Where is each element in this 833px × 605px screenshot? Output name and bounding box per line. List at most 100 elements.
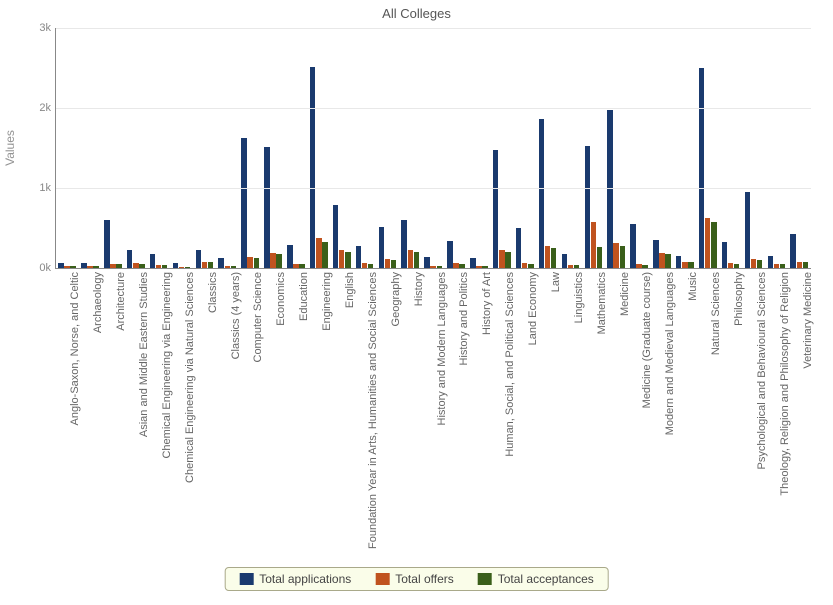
bar[interactable] <box>562 254 567 268</box>
bar[interactable] <box>70 266 75 268</box>
bar[interactable] <box>597 247 602 268</box>
bar[interactable] <box>665 254 670 268</box>
bar[interactable] <box>379 227 384 268</box>
bar[interactable] <box>339 250 344 268</box>
bar[interactable] <box>173 263 178 268</box>
bar[interactable] <box>630 224 635 268</box>
bar[interactable] <box>682 262 687 268</box>
bar[interactable] <box>620 246 625 268</box>
bar[interactable] <box>459 264 464 268</box>
bar[interactable] <box>676 256 681 268</box>
bar[interactable] <box>653 240 658 268</box>
bar[interactable] <box>636 264 641 268</box>
bar[interactable] <box>202 262 207 268</box>
bar[interactable] <box>734 264 739 268</box>
bar[interactable] <box>797 262 802 268</box>
bar[interactable] <box>790 234 795 268</box>
bar[interactable] <box>316 238 321 268</box>
bar[interactable] <box>270 253 275 268</box>
bar[interactable] <box>705 218 710 268</box>
bar[interactable] <box>453 263 458 268</box>
bar[interactable] <box>110 264 115 268</box>
bar[interactable] <box>585 146 590 268</box>
bar[interactable] <box>299 264 304 268</box>
bar[interactable] <box>699 68 704 268</box>
bar[interactable] <box>613 243 618 268</box>
bar[interactable] <box>803 262 808 268</box>
legend-item-offers[interactable]: Total offers <box>375 572 453 586</box>
bar[interactable] <box>574 265 579 268</box>
bar[interactable] <box>345 252 350 268</box>
bar[interactable] <box>116 264 121 268</box>
bar[interactable] <box>493 150 498 268</box>
bar[interactable] <box>424 257 429 268</box>
bar[interactable] <box>322 242 327 268</box>
bar[interactable] <box>401 220 406 268</box>
bar[interactable] <box>310 67 315 268</box>
bar[interactable] <box>254 258 259 268</box>
bar[interactable] <box>225 266 230 268</box>
bar[interactable] <box>185 267 190 268</box>
bar[interactable] <box>482 266 487 268</box>
bar[interactable] <box>437 266 442 268</box>
bar[interactable] <box>728 263 733 268</box>
legend-item-acceptances[interactable]: Total acceptances <box>478 572 594 586</box>
bar[interactable] <box>391 260 396 268</box>
bar[interactable] <box>476 266 481 268</box>
bar[interactable] <box>196 250 201 268</box>
bar[interactable] <box>231 266 236 268</box>
bar[interactable] <box>58 263 63 268</box>
bar[interactable] <box>522 263 527 268</box>
bar[interactable] <box>757 260 762 268</box>
bar[interactable] <box>104 220 109 268</box>
bar[interactable] <box>539 119 544 268</box>
bar[interactable] <box>711 222 716 268</box>
bar[interactable] <box>247 257 252 268</box>
bar[interactable] <box>551 248 556 268</box>
bar[interactable] <box>499 250 504 268</box>
bar[interactable] <box>780 264 785 268</box>
bar[interactable] <box>93 266 98 268</box>
bar[interactable] <box>385 259 390 268</box>
bar[interactable] <box>156 265 161 268</box>
bar[interactable] <box>545 246 550 268</box>
bar[interactable] <box>591 222 596 268</box>
bar[interactable] <box>470 258 475 268</box>
bar[interactable] <box>774 264 779 268</box>
bar[interactable] <box>751 259 756 268</box>
bar[interactable] <box>333 205 338 268</box>
bar[interactable] <box>264 147 269 268</box>
bar[interactable] <box>722 242 727 268</box>
bar[interactable] <box>568 265 573 268</box>
bar[interactable] <box>528 264 533 268</box>
bar[interactable] <box>368 264 373 268</box>
bar[interactable] <box>150 254 155 268</box>
bar[interactable] <box>408 250 413 268</box>
bar[interactable] <box>745 192 750 268</box>
bar[interactable] <box>133 263 138 268</box>
bar[interactable] <box>276 254 281 268</box>
bar[interactable] <box>362 263 367 268</box>
bar[interactable] <box>688 262 693 268</box>
bar[interactable] <box>208 262 213 268</box>
bar[interactable] <box>162 265 167 268</box>
bar[interactable] <box>447 241 452 268</box>
bar[interactable] <box>127 250 132 268</box>
bar[interactable] <box>218 258 223 268</box>
bar[interactable] <box>139 264 144 268</box>
bar[interactable] <box>356 246 361 268</box>
legend-item-applications[interactable]: Total applications <box>239 572 351 586</box>
bar[interactable] <box>768 256 773 268</box>
bar[interactable] <box>241 138 246 268</box>
bar[interactable] <box>414 252 419 268</box>
bar[interactable] <box>87 266 92 268</box>
bar[interactable] <box>642 265 647 268</box>
bar[interactable] <box>430 266 435 268</box>
bar[interactable] <box>516 228 521 268</box>
bar[interactable] <box>81 263 86 268</box>
bar[interactable] <box>659 253 664 268</box>
bar[interactable] <box>64 266 69 268</box>
bar[interactable] <box>293 264 298 268</box>
bar[interactable] <box>505 252 510 268</box>
bar[interactable] <box>179 267 184 268</box>
